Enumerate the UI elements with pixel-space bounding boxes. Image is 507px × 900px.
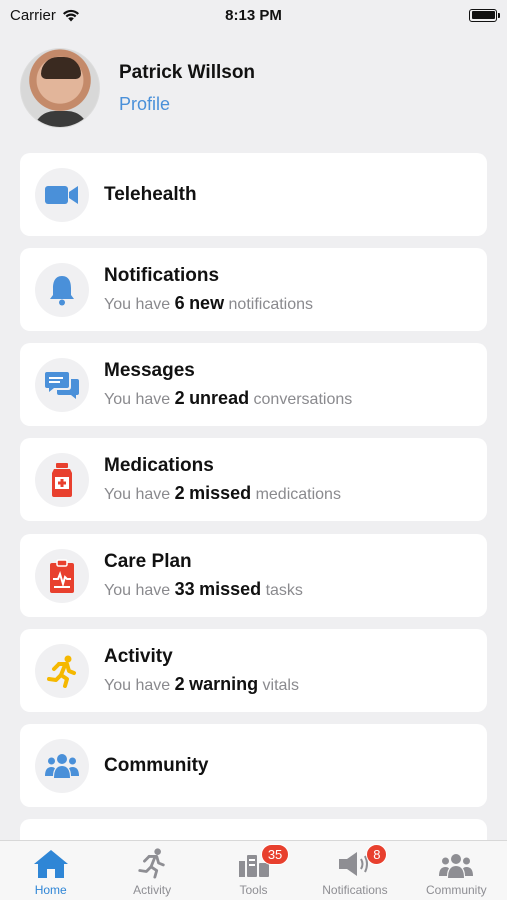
running-person-icon [47,655,76,688]
card-notifications[interactable]: Notifications You have 6 new notificatio… [20,248,487,331]
card-icon-circle [35,738,89,793]
tab-notifications[interactable]: Notifications 8 [304,841,405,900]
card-icon-circle [35,357,89,412]
card-icon-circle [35,167,89,222]
card-title: Activity [104,645,173,667]
card-title: Medications [104,454,214,476]
tab-label: Home [34,883,67,897]
card-subtitle: You have 2 missed medications [104,482,341,503]
tab-label: Community [425,883,487,897]
card-icon-circle [35,548,89,603]
tab-label: Tools [239,883,268,897]
tab-label: Activity [133,883,172,897]
clipboard-icon [50,558,74,593]
video-camera-icon [45,185,78,204]
house-icon [33,850,68,878]
card-title: Notifications [104,264,220,286]
card-icon-circle [35,452,89,507]
card-title: Telehealth [104,183,197,205]
card-subtitle: You have 33 missed tasks [104,578,303,599]
tab-community[interactable]: Community [406,841,507,900]
tab-activity[interactable]: Activity [101,841,202,900]
card-subtitle: You have 2 unread conversations [104,387,353,408]
status-left: Carrier [10,7,80,24]
profile-name: Patrick Willson [119,61,256,83]
chat-bubbles-icon [45,371,79,399]
medicine-bottle-icon [52,462,72,497]
status-bar: Carrier 8:13 PM [0,0,507,30]
tab-bar: Home Activity Tools 35 Notifications 8 C… [0,840,507,900]
card-subtitle: You have 2 warning vitals [104,673,299,694]
card-title: Community [104,754,209,776]
notifications-badge: 8 [366,844,388,865]
people-group-icon [45,753,79,778]
card-activity[interactable]: Activity You have 2 warning vitals [20,629,487,712]
card-messages[interactable]: Messages You have 2 unread conversations [20,343,487,426]
profile-text: Patrick Willson Profile [119,62,255,115]
profile-header[interactable]: Patrick Willson Profile [20,48,255,128]
tab-home[interactable]: Home [0,841,101,900]
card-community[interactable]: Community [20,724,487,807]
tab-tools[interactable]: Tools 35 [203,841,304,900]
wifi-icon [62,9,79,21]
card-medications[interactable]: Medications You have 2 missed medication… [20,438,487,521]
card-care-plan[interactable]: Care Plan You have 33 missed tasks [20,534,487,617]
tools-badge: 35 [260,844,290,865]
tab-label: Notifications [322,883,388,897]
card-icon-circle [35,262,89,317]
running-person-icon [138,848,165,879]
people-group-icon [439,854,474,878]
avatar[interactable] [20,48,100,128]
card-subtitle: You have 6 new notifications [104,292,314,313]
card-telehealth[interactable]: Telehealth [20,153,487,236]
card-title: Messages [104,359,195,381]
card-icon-circle [35,643,89,698]
card-title: Care Plan [104,550,192,572]
carrier-label: Carrier [10,6,56,24]
bell-icon [50,275,74,305]
profile-link[interactable]: Profile [119,94,170,115]
battery-icon [469,8,500,22]
